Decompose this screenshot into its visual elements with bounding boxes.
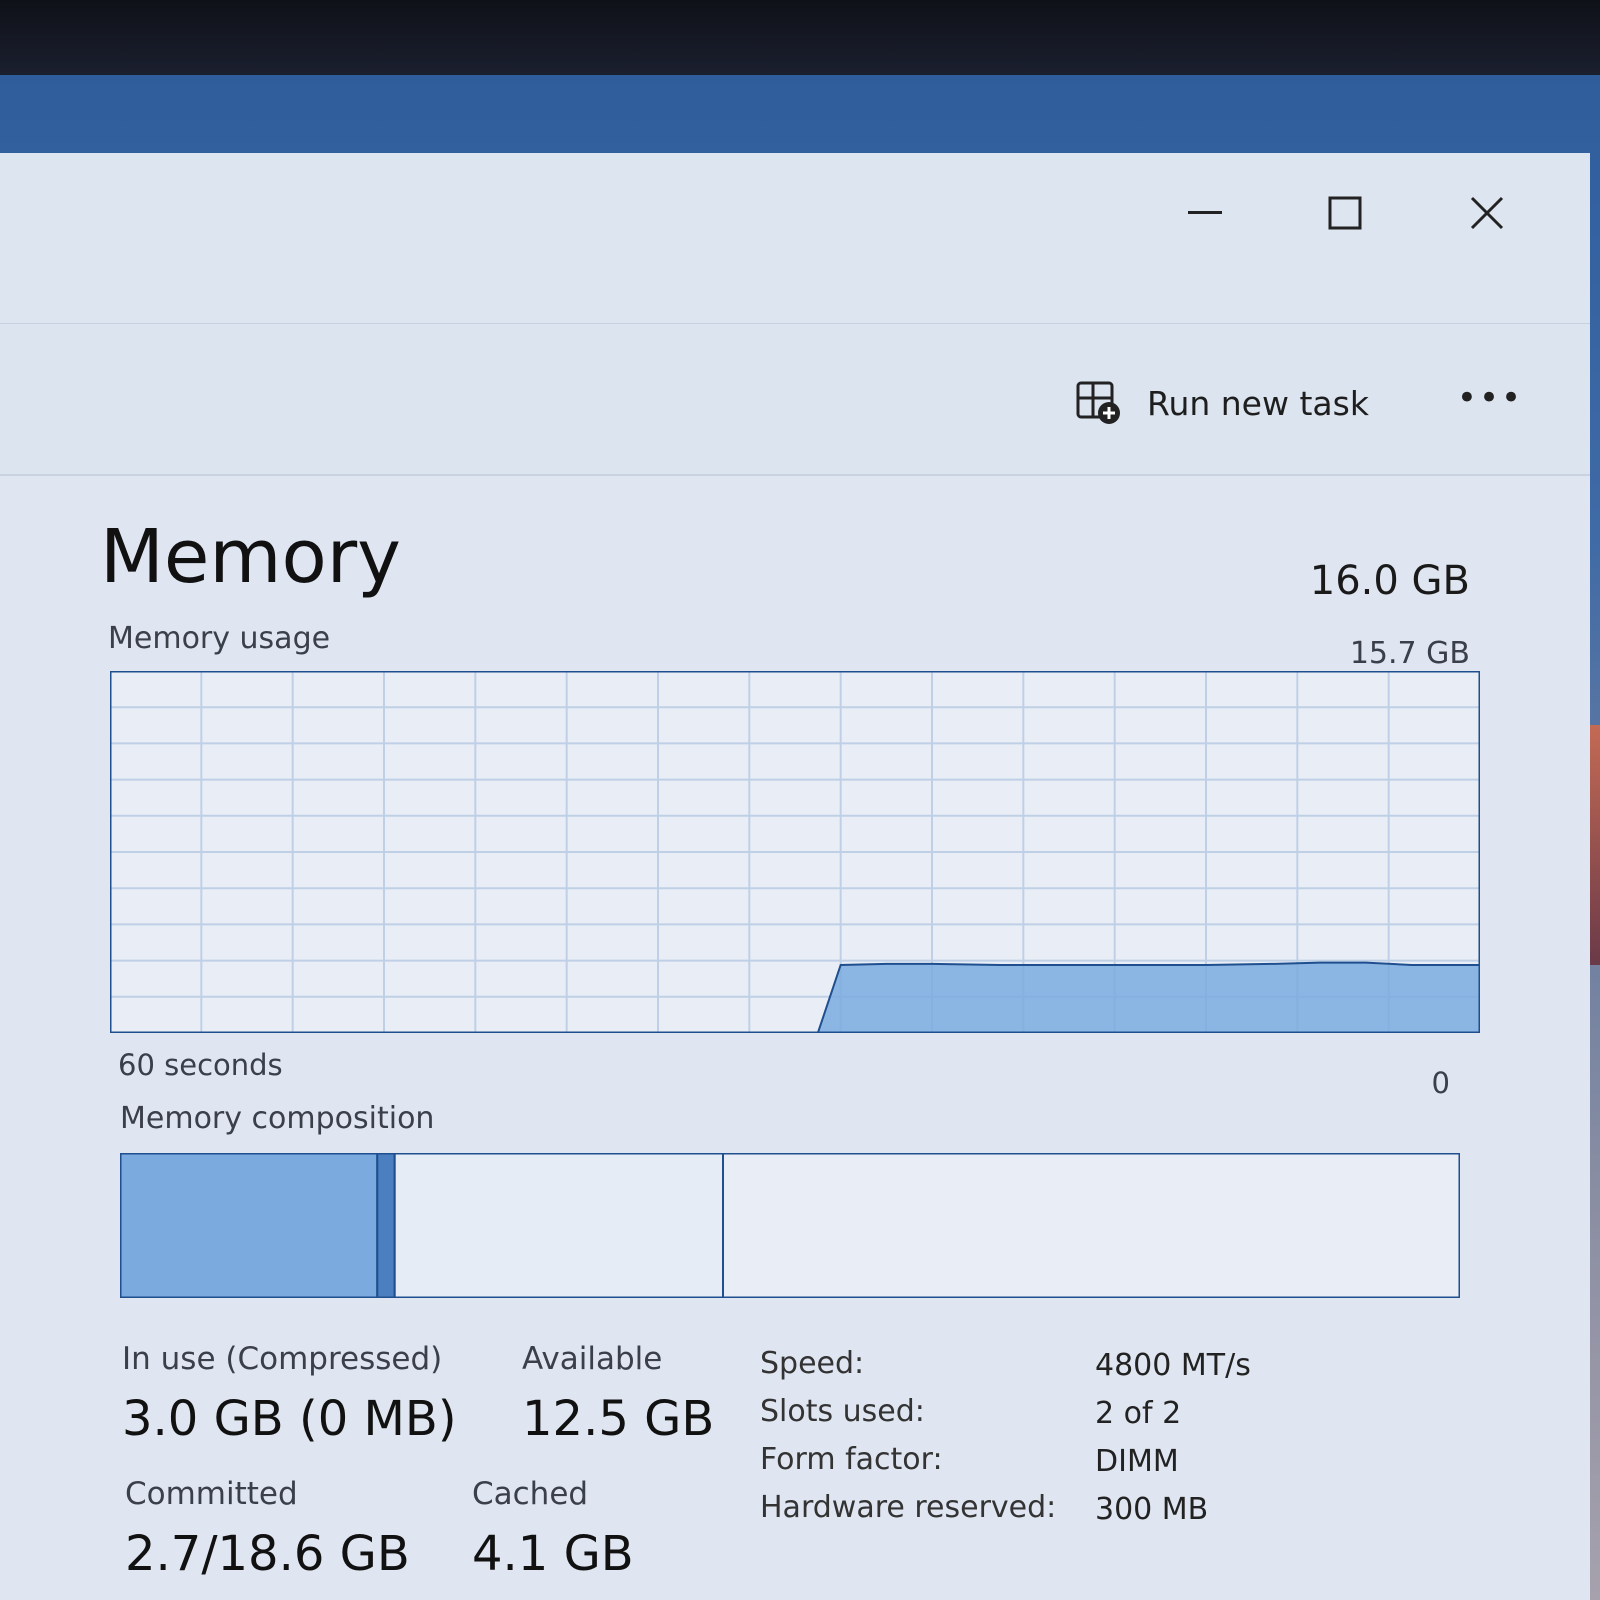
memory-panel: Memory 16.0 GB Memory usage 15.7 GB 60 s…: [0, 476, 1590, 1600]
slots-value: 2 of 2: [1095, 1396, 1182, 1431]
composition-in-use: [120, 1153, 379, 1298]
title-bar: [0, 153, 1590, 324]
speed-label: Speed:: [760, 1346, 865, 1381]
maximize-icon: [1328, 196, 1362, 230]
memory-composition-bar: [120, 1153, 1460, 1298]
memory-usage-max: 15.7 GB: [1349, 636, 1470, 671]
speed-value: 4800 MT/s: [1095, 1348, 1251, 1383]
maximize-button[interactable]: [1305, 183, 1385, 243]
available-value: 12.5 GB: [522, 1391, 715, 1447]
form-factor-label: Form factor:: [760, 1442, 943, 1477]
cached-label: Cached: [472, 1476, 589, 1512]
cached-value: 4.1 GB: [472, 1526, 634, 1582]
run-new-task-label: Run new task: [1147, 383, 1369, 423]
committed-label: Committed: [125, 1476, 298, 1512]
memory-usage-graph: [110, 671, 1480, 1033]
composition-standby: [393, 1153, 724, 1298]
form-factor-value: DIMM: [1095, 1444, 1179, 1479]
close-icon: [1470, 196, 1504, 230]
run-new-task-button[interactable]: Run new task: [1075, 373, 1369, 433]
total-memory: 16.0 GB: [1309, 558, 1470, 604]
memory-composition-label: Memory composition: [120, 1101, 435, 1136]
in-use-label: In use (Compressed): [122, 1341, 443, 1377]
task-manager-window: Run new task ••• Memory 16.0 GB Memory u…: [0, 153, 1590, 1600]
slots-label: Slots used:: [760, 1394, 925, 1429]
photo-border-top: [0, 0, 1600, 80]
more-options-button[interactable]: •••: [1455, 368, 1525, 428]
axis-label-right: 0: [1431, 1066, 1450, 1100]
composition-free: [722, 1153, 1460, 1298]
hardware-reserved-value: 300 MB: [1095, 1492, 1209, 1527]
hardware-reserved-label: Hardware reserved:: [760, 1490, 1057, 1525]
close-button[interactable]: [1447, 183, 1527, 243]
available-label: Available: [522, 1341, 663, 1377]
composition-modified: [376, 1153, 396, 1298]
page-title: Memory: [100, 514, 401, 600]
minimize-icon: [1188, 211, 1222, 214]
minimize-button[interactable]: [1165, 183, 1245, 243]
memory-usage-label: Memory usage: [108, 621, 331, 656]
run-task-icon: [1076, 381, 1120, 424]
axis-label-left: 60 seconds: [118, 1048, 283, 1082]
in-use-value: 3.0 GB (0 MB): [122, 1391, 457, 1447]
committed-value: 2.7/18.6 GB: [125, 1526, 410, 1582]
